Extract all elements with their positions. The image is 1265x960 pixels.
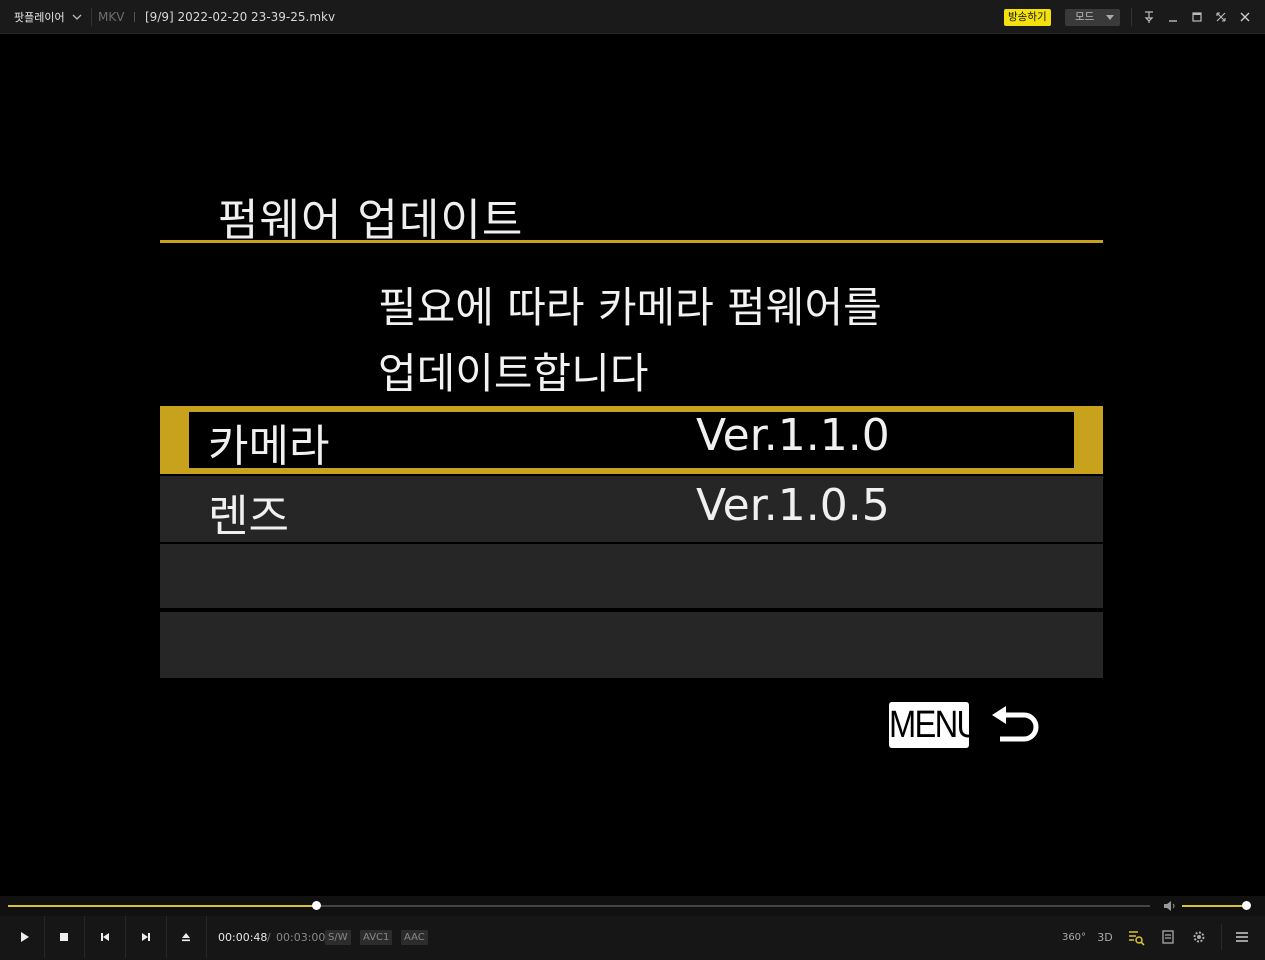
seekbar-area — [0, 896, 1265, 916]
empty-row — [160, 544, 1103, 608]
app-name: 팟플레이어 — [14, 11, 65, 24]
fullscreen-icon — [1216, 12, 1226, 22]
play-icon — [21, 932, 29, 942]
minimize-icon — [1169, 20, 1177, 22]
settings-button[interactable] — [1188, 926, 1210, 948]
stop-icon — [60, 933, 68, 941]
empty-row — [160, 612, 1103, 678]
mode-label: 모드 — [1075, 11, 1095, 23]
stop-button[interactable] — [44, 916, 85, 958]
app-menu-button[interactable]: 팟플레이어 — [4, 5, 88, 29]
divider — [134, 12, 135, 22]
maximize-button[interactable] — [1189, 9, 1205, 25]
playlist-search-button[interactable] — [1125, 926, 1147, 948]
seek-progress — [8, 905, 317, 907]
next-button[interactable] — [126, 916, 167, 958]
previous-button[interactable] — [85, 916, 126, 958]
firmware-row-camera: 카메라 Ver.1.1.0 — [160, 406, 1103, 474]
caret-down-icon — [1106, 15, 1114, 20]
pin-button[interactable] — [1141, 9, 1157, 25]
description-line-1: 필요에 따라 카메라 펌웨어를 — [378, 283, 882, 332]
audio-codec-tag[interactable]: AAC — [401, 930, 428, 945]
description-line-2: 업데이트합니다 — [378, 349, 649, 398]
seek-handle[interactable] — [312, 901, 322, 910]
broadcast-button[interactable]: 방송하기 — [1004, 9, 1051, 26]
open-file-button[interactable] — [166, 916, 207, 958]
title-underline — [160, 240, 1103, 243]
total-time: 00:03:00 — [276, 931, 326, 944]
minimize-button[interactable] — [1165, 9, 1181, 25]
hamburger-menu-icon — [1236, 932, 1248, 942]
divider — [1221, 924, 1222, 950]
return-arrow-icon — [992, 706, 1039, 742]
video-codec-tag[interactable]: AVC1 — [360, 930, 393, 945]
fullscreen-button[interactable] — [1213, 9, 1229, 25]
current-time: 00:00:48 — [218, 931, 268, 944]
firmware-row-lens: 렌즈 Ver.1.0.5 — [160, 476, 1103, 542]
menu-title: 펌웨어 업데이트 — [218, 195, 524, 246]
time-separator: / — [267, 931, 271, 944]
chapter-button[interactable] — [1157, 926, 1179, 948]
main-menu-button[interactable] — [1231, 926, 1253, 948]
playlist-search-icon — [1129, 931, 1145, 946]
play-button[interactable] — [4, 916, 45, 958]
skip-back-icon — [101, 933, 109, 941]
renderer-tag[interactable]: S/W — [325, 930, 351, 945]
chevron-down-icon — [72, 14, 82, 20]
title-bar: 팟플레이어 MKV [9/9] 2022-02-20 23-39-25.mkv … — [0, 0, 1265, 34]
3d-button[interactable]: 3D — [1094, 926, 1116, 948]
row-label: 렌즈 — [208, 491, 289, 542]
vr-360-button[interactable]: 360° — [1062, 926, 1086, 948]
video-frame[interactable]: 펌웨어 업데이트 필요에 따라 카메라 펌웨어를 업데이트합니다 카메라 Ver… — [0, 34, 1265, 896]
volume-handle[interactable] — [1242, 901, 1251, 910]
file-title: [9/9] 2022-02-20 23-39-25.mkv — [145, 10, 336, 24]
format-label: MKV — [98, 10, 125, 24]
volume-level — [1182, 905, 1246, 907]
volume-icon[interactable] — [1163, 900, 1177, 912]
divider — [1131, 8, 1132, 26]
control-bar: 00:00:48 / 00:03:00 S/W AVC1 AAC 360° 3D — [0, 916, 1265, 960]
skip-forward-icon — [142, 933, 150, 941]
divider — [91, 8, 92, 26]
mode-dropdown[interactable]: 모드 — [1065, 9, 1120, 26]
close-icon — [1240, 12, 1250, 22]
row-version: Ver.1.0.5 — [696, 480, 890, 531]
pin-icon — [1144, 11, 1154, 23]
maximize-icon — [1192, 12, 1202, 22]
row-version: Ver.1.1.0 — [696, 410, 890, 461]
document-icon — [1162, 930, 1174, 944]
eject-icon — [182, 933, 190, 942]
close-button[interactable] — [1237, 9, 1253, 25]
menu-badge: MENU — [889, 702, 980, 748]
row-label: 카메라 — [208, 421, 330, 472]
gear-icon — [1193, 931, 1205, 943]
